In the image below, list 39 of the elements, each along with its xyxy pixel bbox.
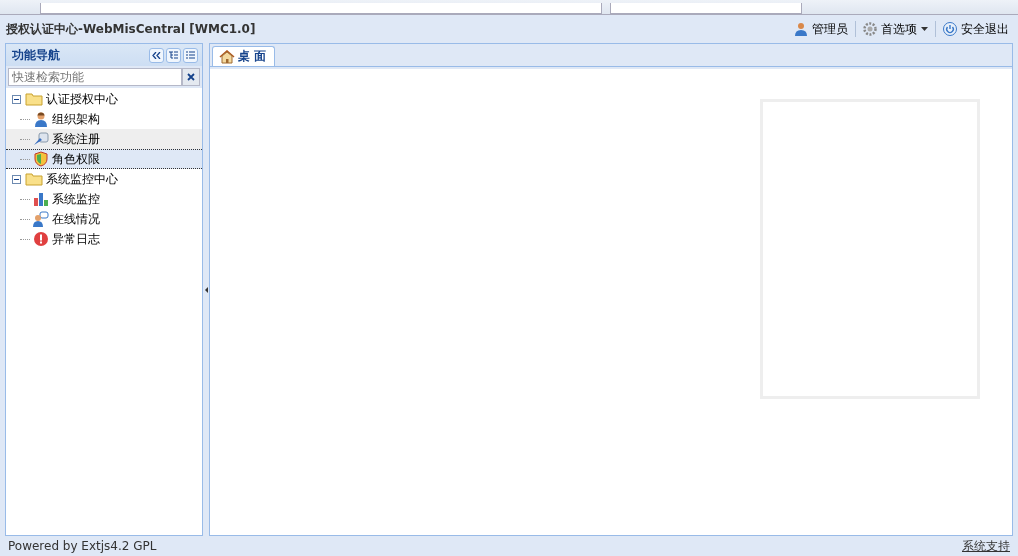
- tree-folder[interactable]: 系统监控中心: [46, 170, 118, 188]
- folder-icon: [25, 172, 43, 186]
- tree-item[interactable]: 异常日志: [6, 229, 202, 249]
- double-chevron-icon: [152, 51, 161, 59]
- collapse-arrow-icon: [204, 286, 208, 293]
- tree-folder[interactable]: 认证授权中心: [46, 90, 118, 108]
- tree-icon: [169, 51, 178, 59]
- shield-icon: [33, 151, 49, 167]
- status-text: Powered by Extjs4.2 GPL: [8, 539, 157, 553]
- tree-item[interactable]: 组织架构: [6, 109, 202, 129]
- gear-icon: [863, 22, 877, 36]
- app-title: 授权认证中心-WebMisCentral [WMC1.0]: [6, 20, 256, 38]
- clear-button[interactable]: [182, 68, 200, 86]
- header-action-button[interactable]: 首选项: [860, 18, 931, 40]
- user-icon: [794, 22, 808, 36]
- bar-chart-icon: [33, 191, 49, 207]
- power-icon: [943, 22, 957, 36]
- error-icon: [33, 231, 49, 247]
- gear-key-icon: [33, 131, 49, 147]
- list-button[interactable]: [183, 47, 198, 63]
- support-link[interactable]: 系统支持: [962, 537, 1010, 555]
- list-icon: [186, 51, 195, 59]
- tree-item[interactable]: 在线情况: [6, 209, 202, 229]
- collapse-toggle-icon[interactable]: [12, 174, 21, 184]
- user-chat-icon: [33, 211, 49, 227]
- header-action-button[interactable]: 安全退出: [940, 18, 1012, 40]
- collapse-toggle-icon[interactable]: [12, 94, 21, 104]
- home-icon: [219, 49, 235, 64]
- user-icon: [33, 111, 49, 127]
- search-field[interactable]: 快速检索功能: [8, 68, 182, 86]
- tree-item[interactable]: 系统注册: [6, 129, 202, 149]
- close-icon: [187, 73, 195, 81]
- tree-item[interactable]: 系统监控: [6, 189, 202, 209]
- folder-icon: [25, 92, 43, 106]
- panel-title: 功能导航: [12, 46, 60, 64]
- header-action-button[interactable]: 管理员: [791, 18, 851, 40]
- tree-item[interactable]: 角色权限: [6, 149, 202, 169]
- tab[interactable]: 桌 面: [212, 46, 276, 66]
- collapse-button[interactable]: [149, 47, 164, 63]
